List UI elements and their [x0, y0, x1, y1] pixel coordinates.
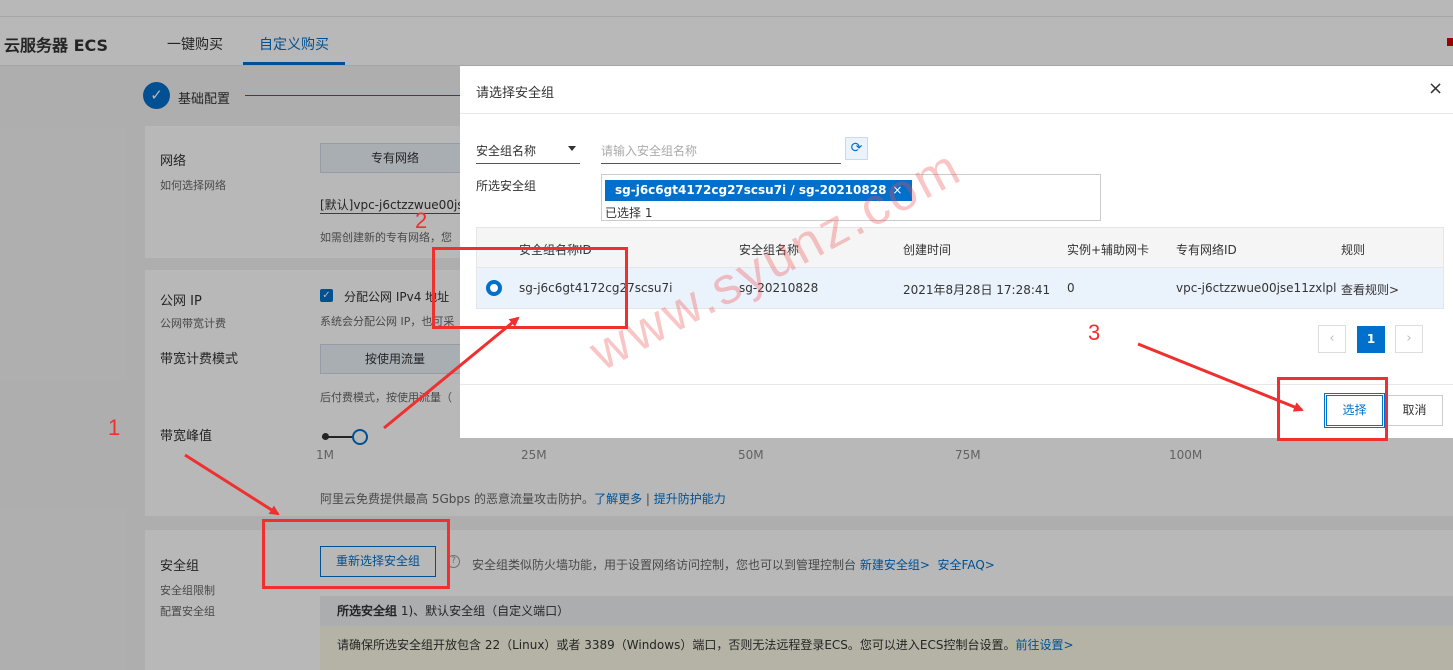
annotation-arrow-1 [184, 453, 280, 516]
annotation-arrow-3 [1137, 342, 1304, 412]
annotation-arrow-2 [383, 316, 520, 430]
annotation-arrows [184, 316, 1304, 516]
